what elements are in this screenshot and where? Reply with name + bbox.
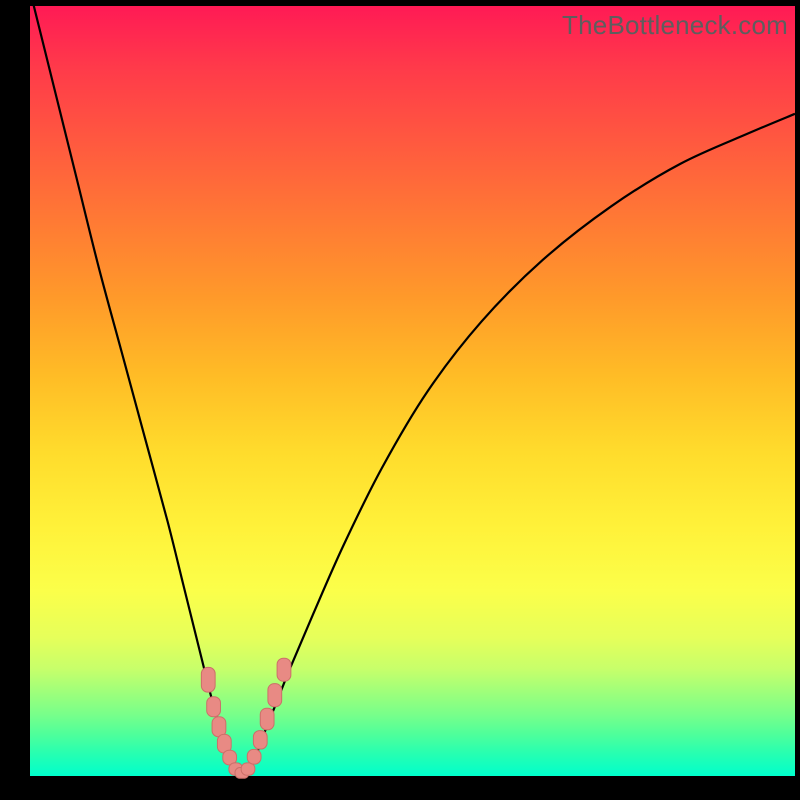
marker-layer bbox=[201, 658, 291, 778]
data-marker bbox=[253, 731, 267, 749]
data-marker bbox=[247, 749, 261, 764]
data-marker bbox=[260, 708, 274, 730]
data-marker bbox=[277, 658, 291, 681]
curve-plot bbox=[30, 6, 795, 776]
data-marker bbox=[207, 697, 221, 717]
curve-left-branch bbox=[30, 0, 235, 770]
data-marker bbox=[268, 684, 282, 707]
curve-right-branch bbox=[248, 114, 795, 770]
data-marker bbox=[241, 763, 255, 775]
data-marker bbox=[201, 667, 215, 692]
data-marker bbox=[212, 717, 226, 737]
